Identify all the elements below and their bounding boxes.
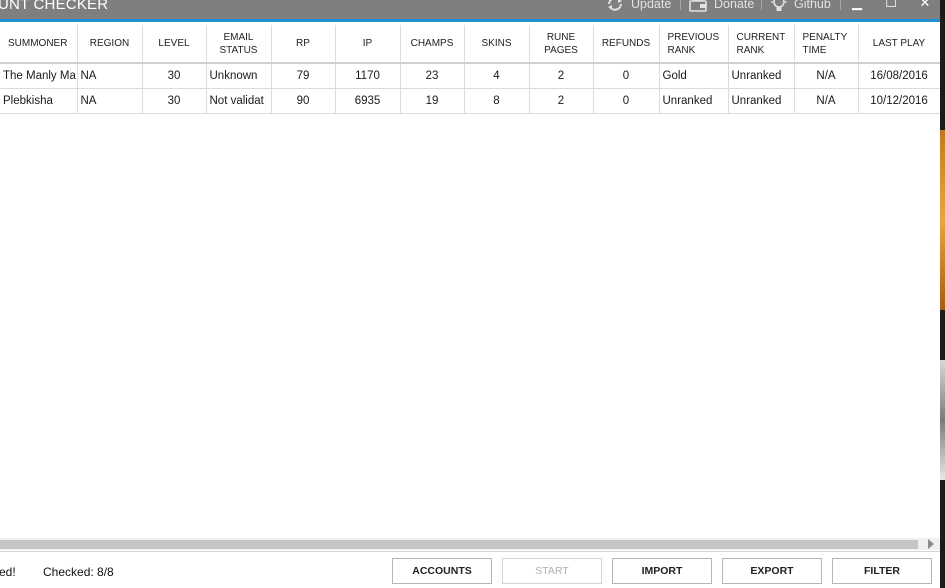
wallet-icon (689, 0, 707, 12)
import-button[interactable]: IMPORT (612, 558, 712, 584)
cell-refunds: 0 (593, 63, 660, 89)
cell-previous-rank: Unranked (659, 88, 729, 114)
column-header-level[interactable]: LEVEL (142, 25, 207, 64)
accounts-grid: SUMMONER REGION LEVEL EMAIL STATUS RP IP… (0, 25, 940, 114)
cell-last-play: 16/08/2016 (858, 63, 940, 89)
minimize-button[interactable]: ▁ (847, 0, 867, 11)
cell-skins: 8 (464, 88, 530, 114)
scroll-right-arrow-icon[interactable] (928, 539, 934, 549)
donate-label: Donate (714, 0, 755, 11)
cell-level: 30 (142, 88, 207, 114)
accounts-table: SUMMONER REGION LEVEL EMAIL STATUS RP IP… (0, 25, 940, 114)
cell-penalty-time: N/A (794, 63, 859, 89)
checked-count: Checked: 8/8 (43, 565, 114, 579)
cell-ip: 1170 (335, 63, 401, 89)
donate-button[interactable]: Donate (688, 0, 754, 12)
maximize-button[interactable]: ☐ (881, 0, 901, 11)
title-bar: UNT CHECKER Update Donate Github ▁ ☐ ✕ (0, 0, 940, 22)
app-window: UNT CHECKER Update Donate Github ▁ ☐ ✕ S… (0, 0, 940, 588)
horizontal-scrollbar[interactable] (0, 538, 940, 550)
column-header-current-rank[interactable]: CURRENT RANK (728, 25, 795, 64)
cell-last-play: 10/12/2016 (858, 88, 940, 114)
status-message: ed! (0, 565, 16, 579)
export-button[interactable]: EXPORT (722, 558, 822, 584)
cell-email-status: Unknown (206, 63, 272, 89)
cell-skins: 4 (464, 63, 530, 89)
start-button[interactable]: START (502, 558, 602, 584)
title-separator (840, 0, 841, 10)
column-header-refunds[interactable]: REFUNDS (593, 25, 660, 64)
table-row[interactable]: Plebkisha NA 30 Not validat 90 6935 19 8… (0, 88, 940, 114)
cell-summoner: Plebkisha (0, 88, 78, 114)
refresh-icon (608, 0, 622, 11)
table-row[interactable]: The Manly Ma NA 30 Unknown 79 1170 23 4 … (0, 63, 940, 89)
title-separator (680, 0, 681, 10)
cell-region: NA (77, 88, 143, 114)
github-label: Github (794, 0, 831, 11)
cell-rune-pages: 2 (529, 63, 594, 89)
column-header-champs[interactable]: CHAMPS (400, 25, 465, 64)
cell-previous-rank: Gold (659, 63, 729, 89)
cell-current-rank: Unranked (728, 63, 795, 89)
github-button[interactable]: Github (770, 0, 831, 12)
cell-penalty-time: N/A (794, 88, 859, 114)
window-title: UNT CHECKER (0, 0, 109, 13)
status-bar: ed! Checked: 8/8 ACCOUNTS START IMPORT E… (0, 551, 940, 588)
cell-refunds: 0 (593, 88, 660, 114)
update-button[interactable]: Update (605, 0, 671, 12)
accounts-button[interactable]: ACCOUNTS (392, 558, 492, 584)
column-header-rp[interactable]: RP (271, 25, 336, 64)
scrollbar-thumb[interactable] (0, 540, 918, 549)
cell-rune-pages: 2 (529, 88, 594, 114)
cell-email-status: Not validat (206, 88, 272, 114)
table-header-row: SUMMONER REGION LEVEL EMAIL STATUS RP IP… (0, 25, 940, 64)
cell-rp: 90 (271, 88, 336, 114)
column-header-region[interactable]: REGION (77, 25, 143, 64)
cell-champs: 23 (400, 63, 465, 89)
bulb-icon (771, 0, 787, 11)
cell-level: 30 (142, 63, 207, 89)
column-header-ip[interactable]: IP (335, 25, 401, 64)
close-button[interactable]: ✕ (915, 0, 935, 11)
cell-region: NA (77, 63, 143, 89)
column-header-rune-pages[interactable]: RUNE PAGES (529, 25, 594, 64)
desktop-background-detail (940, 130, 945, 310)
cell-champs: 19 (400, 88, 465, 114)
column-header-penalty-time[interactable]: PENALTY TIME (794, 25, 859, 64)
column-header-email-status[interactable]: EMAIL STATUS (206, 25, 272, 64)
column-header-summoner[interactable]: SUMMONER (0, 25, 78, 64)
column-header-previous-rank[interactable]: PREVIOUS RANK (659, 25, 729, 64)
cell-ip: 6935 (335, 88, 401, 114)
filter-button[interactable]: FILTER (832, 558, 932, 584)
cell-current-rank: Unranked (728, 88, 795, 114)
title-separator (761, 0, 762, 10)
update-label: Update (631, 0, 672, 11)
cell-rp: 79 (271, 63, 336, 89)
column-header-last-play[interactable]: LAST PLAY (858, 25, 940, 64)
cell-summoner: The Manly Ma (0, 63, 78, 89)
desktop-background-detail (940, 360, 945, 480)
column-header-skins[interactable]: SKINS (464, 25, 530, 64)
